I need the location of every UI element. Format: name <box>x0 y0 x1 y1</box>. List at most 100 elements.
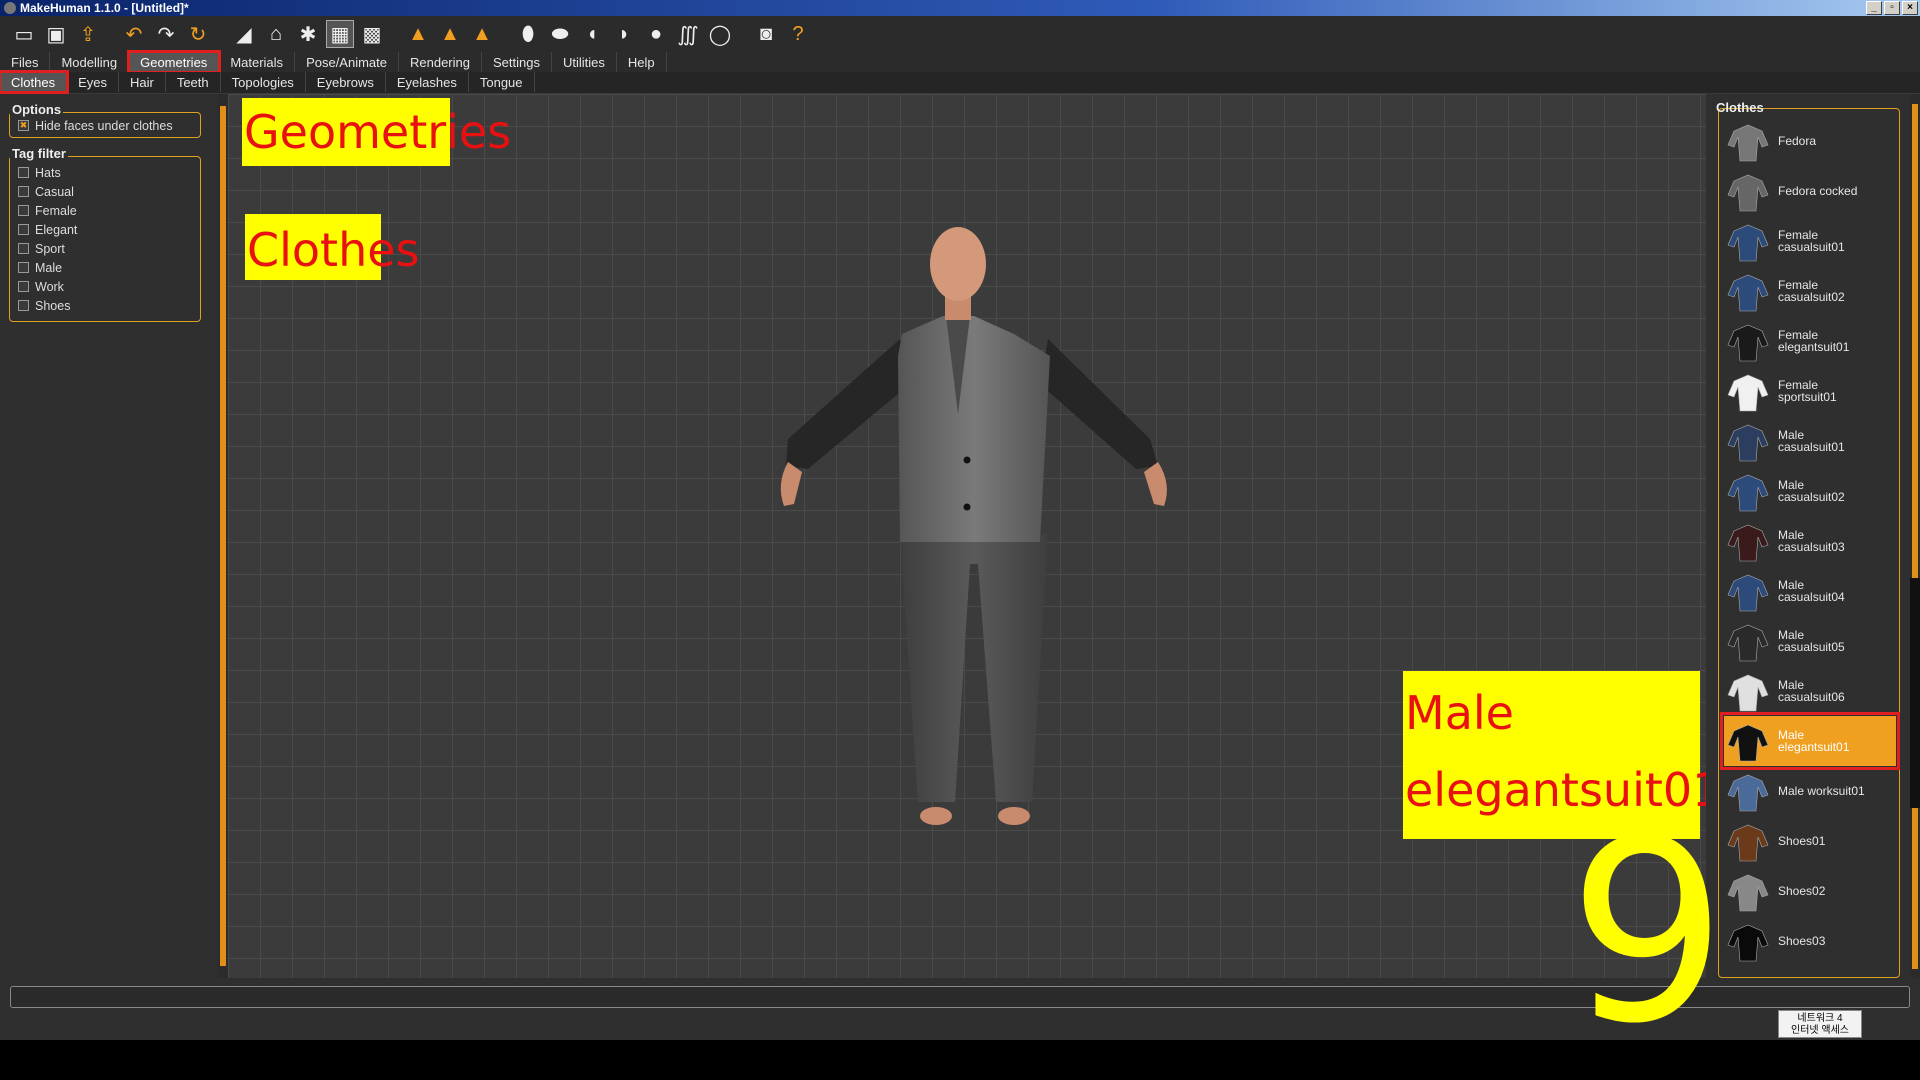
human-model[interactable] <box>228 94 1706 978</box>
clothes-item[interactable]: Male elegantsuit01 <box>1720 712 1900 770</box>
tab-modelling[interactable]: Modelling <box>50 52 130 72</box>
clothes-item[interactable]: Male casualsuit03 <box>1724 516 1896 566</box>
front-view-icon[interactable]: ▲ <box>404 20 432 48</box>
clothes-item-line2: sportsuit01 <box>1778 390 1837 404</box>
tag-sport-checkbox[interactable] <box>18 243 29 254</box>
subtab-tongue[interactable]: Tongue <box>469 72 535 92</box>
save-icon[interactable]: ▣ <box>42 20 70 48</box>
tab-settings[interactable]: Settings <box>482 52 552 72</box>
tag-female-row[interactable]: Female <box>10 201 200 220</box>
reset-icon[interactable]: ↻ <box>184 20 212 48</box>
clothes-item[interactable]: Female sportsuit01 <box>1724 366 1896 416</box>
clothes-thumbnail <box>1724 217 1772 265</box>
checker-icon[interactable]: ▩ <box>358 20 386 48</box>
tag-shoes-checkbox[interactable] <box>18 300 29 311</box>
clothes-panel-title: Clothes <box>1716 100 1764 115</box>
tab-materials[interactable]: Materials <box>219 52 296 72</box>
clothes-scrollbar[interactable] <box>1910 94 1920 978</box>
clothes-item[interactable]: Fedora <box>1724 116 1896 166</box>
tag-sport-row[interactable]: Sport <box>10 239 200 258</box>
jacket-button <box>963 503 971 511</box>
skeleton-icon[interactable]: ✱ <box>294 20 322 48</box>
tab-geometries[interactable]: Geometries <box>127 50 222 74</box>
clothes-item[interactable]: Male worksuit01 <box>1724 766 1896 816</box>
clothes-item-line2: casualsuit05 <box>1778 640 1845 654</box>
clothes-item[interactable]: Female casualsuit01 <box>1724 216 1896 266</box>
wireframe-icon[interactable]: ⌂ <box>262 20 290 48</box>
clothes-scrollbar-track[interactable] <box>1912 104 1918 969</box>
subtab-topologies[interactable]: Topologies <box>221 72 306 92</box>
left-scrollbar-track[interactable] <box>220 106 226 966</box>
clothes-item-line2: casualsuit06 <box>1778 690 1845 704</box>
smooth-icon[interactable]: ◢ <box>230 20 258 48</box>
tab-rendering[interactable]: Rendering <box>399 52 482 72</box>
subtab-eyelashes[interactable]: Eyelashes <box>386 72 469 92</box>
misc-tool-group: ◙ ? <box>752 20 812 48</box>
tag-sport-label: Sport <box>35 241 65 256</box>
left-panel-scrollbar[interactable] <box>218 94 228 978</box>
grid-icon[interactable]: ▦ <box>326 20 354 48</box>
3d-viewport[interactable]: Geometries Clothes Male elegantsuit01 <box>228 94 1721 978</box>
window-title-bar[interactable]: MakeHuman 1.1.0 - [Untitled]* _ ▫ × <box>0 0 1920 16</box>
tab-pose-animate[interactable]: Pose/Animate <box>295 52 399 72</box>
hide-faces-checkbox[interactable]: ✖ <box>18 120 29 131</box>
tag-shoes-row[interactable]: Shoes <box>10 296 200 315</box>
clothes-item[interactable]: Shoes01 <box>1724 816 1896 866</box>
clothes-item[interactable]: Male casualsuit05 <box>1724 616 1896 666</box>
reset-camera-icon[interactable]: ◯ <box>706 20 734 48</box>
tag-hats-checkbox[interactable] <box>18 167 29 178</box>
head-left-icon[interactable]: ◖ <box>578 20 606 48</box>
hide-faces-checkbox-row[interactable]: ✖ Hide faces under clothes <box>10 116 200 135</box>
maximize-button[interactable]: ▫ <box>1884 1 1900 15</box>
head-front-icon[interactable]: ⬮ <box>514 20 542 48</box>
clothes-item-label: Male worksuit01 <box>1778 785 1865 797</box>
subtab-eyes[interactable]: Eyes <box>67 72 119 92</box>
subtab-teeth[interactable]: Teeth <box>166 72 221 92</box>
subtab-hair[interactable]: Hair <box>119 72 166 92</box>
clothes-item[interactable]: Male casualsuit02 <box>1724 466 1896 516</box>
tag-male-row[interactable]: Male <box>10 258 200 277</box>
clothes-item[interactable]: Female elegantsuit01 <box>1724 316 1896 366</box>
tag-elegant-checkbox[interactable] <box>18 224 29 235</box>
head-back-icon[interactable]: ⬬ <box>546 20 574 48</box>
head-right-icon[interactable]: ◗ <box>610 20 638 48</box>
tag-female-checkbox[interactable] <box>18 205 29 216</box>
subtab-clothes[interactable]: Clothes <box>0 70 70 94</box>
tag-casual-row[interactable]: Casual <box>10 182 200 201</box>
clothes-scrollbar-thumb[interactable] <box>1910 578 1920 808</box>
toolbar: ▭ ▣ ⇪ ↶ ↷ ↻ ◢ ⌂ ✱ ▦ ▩ ▲ ▲ ▲ ⬮ ⬬ ◖ ◗ ● ∭ … <box>0 16 1920 52</box>
help-icon[interactable]: ? <box>784 20 812 48</box>
clothes-item[interactable]: Female casualsuit02 <box>1724 266 1896 316</box>
undo-icon[interactable]: ↶ <box>120 20 148 48</box>
close-button[interactable]: × <box>1902 1 1918 15</box>
tag-male-checkbox[interactable] <box>18 262 29 273</box>
clothes-thumbnail <box>1724 667 1772 715</box>
clothes-item[interactable]: Male casualsuit01 <box>1724 416 1896 466</box>
tag-hats-row[interactable]: Hats <box>10 163 200 182</box>
tab-files[interactable]: Files <box>0 52 51 72</box>
tag-work-checkbox[interactable] <box>18 281 29 292</box>
tag-casual-checkbox[interactable] <box>18 186 29 197</box>
minimize-button[interactable]: _ <box>1866 1 1882 15</box>
subtab-eyebrows[interactable]: Eyebrows <box>306 72 386 92</box>
clothes-item[interactable]: Shoes02 <box>1724 866 1896 916</box>
clothes-item[interactable]: Shoes03 <box>1724 916 1896 966</box>
head-bottom-icon[interactable]: ∭ <box>674 20 702 48</box>
tab-help[interactable]: Help <box>617 52 667 72</box>
jacket-button <box>963 456 971 464</box>
clothes-item[interactable]: Male casualsuit04 <box>1724 566 1896 616</box>
clothes-item-line1: Fedora <box>1778 134 1817 148</box>
export-icon[interactable]: ⇪ <box>74 20 102 48</box>
side-view-icon[interactable]: ▲ <box>436 20 464 48</box>
tag-work-row[interactable]: Work <box>10 277 200 296</box>
head-top-icon[interactable]: ● <box>642 20 670 48</box>
clothes-item[interactable]: Fedora cocked <box>1724 166 1896 216</box>
network-tray-popup[interactable]: 네트워크 4 인터넷 액세스 <box>1778 1010 1862 1038</box>
screenshot-icon[interactable]: ◙ <box>752 20 780 48</box>
top-view-icon[interactable]: ▲ <box>468 20 496 48</box>
tag-elegant-row[interactable]: Elegant <box>10 220 200 239</box>
tab-utilities[interactable]: Utilities <box>552 52 617 72</box>
new-icon[interactable]: ▭ <box>10 20 38 48</box>
redo-icon[interactable]: ↷ <box>152 20 180 48</box>
clothes-item[interactable]: Male casualsuit06 <box>1724 666 1896 716</box>
